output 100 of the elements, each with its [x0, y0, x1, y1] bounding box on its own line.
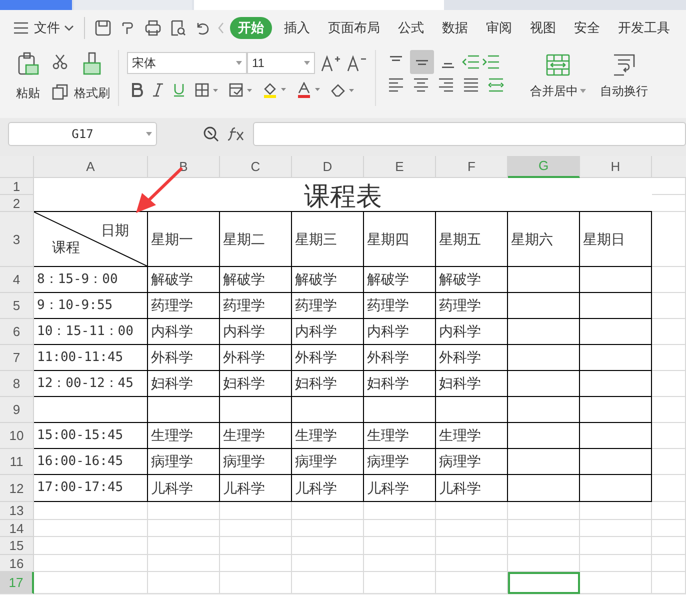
grow-font-icon[interactable] — [321, 54, 341, 72]
distribute-icon[interactable] — [488, 78, 504, 92]
table-cell: 内科学 — [364, 319, 436, 345]
format-painter-button[interactable]: 格式刷 — [74, 52, 110, 110]
column-header[interactable]: C — [220, 156, 292, 178]
table-cell — [580, 397, 652, 423]
empty-cell — [436, 572, 508, 594]
zoom-icon[interactable] — [203, 126, 219, 142]
save-icon[interactable] — [95, 20, 111, 36]
ribbon-tab[interactable]: 数据 — [434, 17, 476, 39]
size-select[interactable]: 11 — [247, 52, 315, 74]
ribbon-tab[interactable]: 公式 — [390, 17, 432, 39]
caret-icon — [236, 61, 242, 65]
table-cell: 病理学 — [436, 449, 508, 475]
align-left-icon[interactable] — [388, 78, 404, 92]
conditional-format-icon[interactable] — [229, 83, 253, 97]
ribbon-tab[interactable]: 安全 — [566, 17, 608, 39]
empty-cell — [652, 371, 686, 397]
row-header[interactable]: 2 — [0, 195, 34, 212]
row-header[interactable]: 3 — [0, 212, 34, 267]
time-cell: 15:00-15:45 — [34, 423, 148, 449]
empty-cell — [652, 293, 686, 319]
day-header: 星期一 — [148, 212, 220, 267]
header-label: 日期 — [101, 221, 129, 240]
column-header[interactable]: E — [364, 156, 436, 178]
empty-cell — [436, 502, 508, 520]
table-cell: 内科学 — [436, 319, 508, 345]
row-header[interactable]: 13 — [0, 502, 34, 520]
function-icon[interactable] — [227, 127, 245, 141]
clipboard-icon — [17, 52, 39, 76]
row-header[interactable]: 10 — [0, 423, 34, 449]
menu-icon[interactable] — [14, 22, 28, 34]
row-header[interactable]: 11 — [0, 449, 34, 475]
column-header[interactable]: H — [580, 156, 652, 178]
row-header[interactable]: 12 — [0, 475, 34, 502]
row-header[interactable]: 9 — [0, 397, 34, 423]
empty-cell — [652, 195, 686, 212]
indent-left-icon[interactable] — [462, 55, 480, 69]
empty-cell — [436, 537, 508, 555]
wrap-text-button[interactable]: 自动换行 — [600, 46, 648, 110]
ribbon-tab[interactable]: 页面布局 — [320, 17, 388, 39]
empty-cell — [580, 502, 652, 520]
cut-icon[interactable] — [52, 54, 68, 70]
table-cell — [292, 397, 364, 423]
column-header[interactable]: F — [436, 156, 508, 178]
table-cell: 解破学 — [364, 267, 436, 293]
ribbon-tab[interactable]: 视图 — [522, 17, 564, 39]
italic-icon[interactable] — [153, 83, 163, 97]
font-color-icon[interactable] — [297, 82, 321, 98]
row-header[interactable]: 16 — [0, 555, 34, 572]
column-header[interactable]: A — [34, 156, 148, 178]
empty-cell — [364, 537, 436, 555]
underline-icon[interactable] — [173, 83, 185, 97]
indent-right-icon[interactable] — [482, 55, 500, 69]
column-header[interactable]: D — [292, 156, 364, 178]
row-header[interactable]: 1 — [0, 178, 34, 195]
align-center-icon[interactable] — [413, 78, 429, 92]
ribbon-tab[interactable]: 插入 — [276, 17, 318, 39]
row-header[interactable]: 14 — [0, 520, 34, 537]
table-cell: 妇科学 — [148, 371, 220, 397]
shrink-font-icon[interactable] — [347, 54, 367, 72]
empty-cell — [220, 537, 292, 555]
bold-icon[interactable] — [131, 83, 143, 97]
ribbon-tab[interactable]: 开发工具 — [610, 17, 678, 39]
table-cell — [580, 449, 652, 475]
table-cell: 病理学 — [292, 449, 364, 475]
font-select[interactable]: 宋体 — [127, 52, 247, 74]
undo-icon[interactable] — [195, 21, 209, 35]
table-cell — [580, 475, 652, 502]
row-header[interactable]: 8 — [0, 371, 34, 397]
paste-button[interactable]: 粘贴 — [10, 52, 46, 110]
table-cell: 妇科学 — [364, 371, 436, 397]
format-icon[interactable] — [120, 20, 136, 36]
preview-icon[interactable] — [170, 20, 186, 36]
wrap-icon — [612, 54, 636, 76]
row-header[interactable]: 15 — [0, 537, 34, 555]
border-icon[interactable] — [195, 83, 219, 97]
align-button[interactable] — [410, 50, 434, 74]
empty-cell — [508, 537, 580, 555]
table-cell: 药理学 — [220, 293, 292, 319]
print-icon[interactable] — [145, 20, 161, 36]
selected-cell[interactable] — [508, 572, 580, 594]
row-header[interactable]: 7 — [0, 345, 34, 371]
formula-input[interactable] — [253, 122, 686, 146]
file-menu[interactable]: 文件 — [34, 18, 74, 38]
align-right-icon[interactable] — [438, 78, 454, 92]
row-header[interactable]: 6 — [0, 319, 34, 345]
justify-icon[interactable] — [463, 78, 479, 92]
eraser-icon[interactable] — [331, 83, 355, 97]
table-cell: 生理学 — [292, 423, 364, 449]
merge-center-button[interactable]: 合并居中 — [530, 46, 586, 110]
row-header[interactable]: 4 — [0, 267, 34, 293]
fill-color-icon[interactable] — [263, 82, 287, 98]
empty-cell — [652, 319, 686, 345]
ribbon-tab[interactable]: 审阅 — [478, 17, 520, 39]
copy-icon[interactable] — [52, 84, 68, 100]
empty-cell — [148, 502, 220, 520]
table-cell — [580, 267, 652, 293]
name-box[interactable]: G17 — [8, 122, 157, 146]
row-header[interactable]: 5 — [0, 293, 34, 319]
